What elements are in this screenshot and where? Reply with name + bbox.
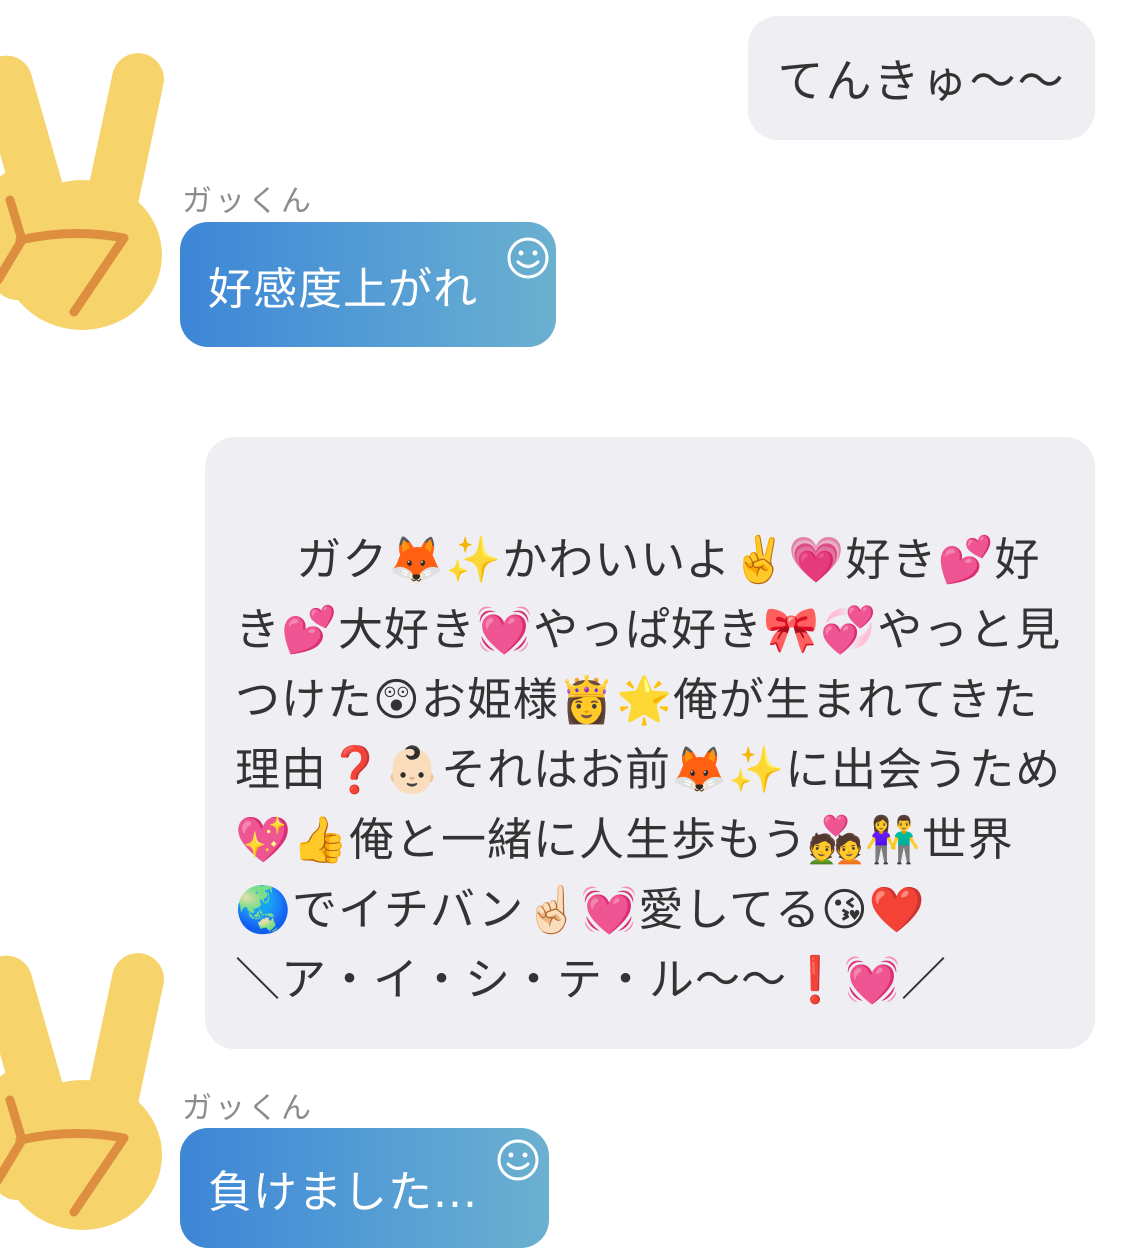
victory-hand-icon[interactable] <box>0 50 164 360</box>
message-text: 負けました... <box>208 1167 478 1218</box>
incoming-message-bubble[interactable]: 負けました... <box>180 1128 549 1248</box>
message-text: てんきゅ〜〜 <box>777 54 1066 108</box>
victory-hand-icon[interactable] <box>0 950 164 1254</box>
message-text: 好感度上がれ <box>208 263 478 315</box>
message-text: ガク🦊✨かわいいよ✌️💗好き💕好き💕大好き💓やっぱ好き🎀💞やっと見つけた😲お姫様… <box>235 533 1062 1006</box>
chat-thread: てんきゅ〜〜 ガッくん 好感度上がれ ガク🦊✨かわいいよ✌️💗好き💕好き💕大好き… <box>0 0 1125 1254</box>
outgoing-message-bubble[interactable]: てんきゅ〜〜 <box>748 16 1095 140</box>
outgoing-message-bubble[interactable]: ガク🦊✨かわいいよ✌️💗好き💕好き💕大好き💓やっぱ好き🎀💞やっと見つけた😲お姫様… <box>205 437 1095 1049</box>
smiley-icon[interactable] <box>496 1138 540 1182</box>
sender-name: ガッくん <box>182 184 314 219</box>
smiley-icon[interactable] <box>506 236 550 280</box>
sender-name: ガッくん <box>182 1091 314 1126</box>
incoming-message-bubble[interactable]: 好感度上がれ <box>180 222 556 347</box>
